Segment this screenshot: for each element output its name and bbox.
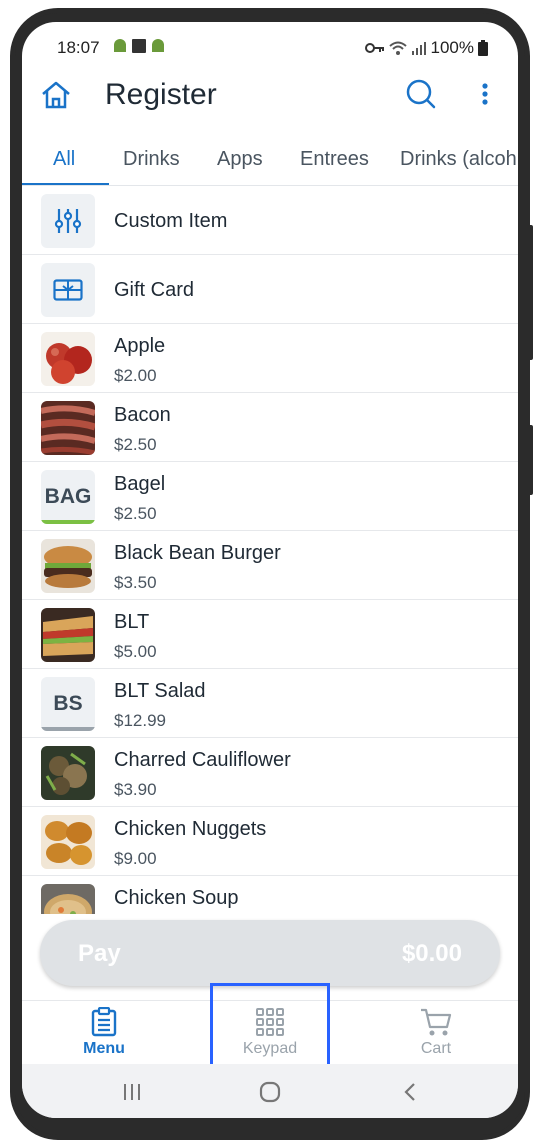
bottom-nav: Menu Keypad Cart	[22, 983, 518, 1075]
search-icon	[406, 79, 436, 109]
status-right-icons: 100%	[364, 38, 488, 58]
item-name: Bagel	[114, 473, 166, 495]
gift-card-icon	[53, 279, 83, 301]
signal-icon	[411, 42, 426, 55]
pay-button[interactable]: Pay $0.00	[40, 920, 500, 986]
item-list: Custom Item Gift Card Apple $2.00 Bacon …	[22, 186, 518, 914]
tab-entrees[interactable]: Entrees	[300, 148, 369, 171]
burger-image	[41, 539, 95, 593]
search-button[interactable]	[403, 76, 439, 112]
item-thumbnail	[41, 194, 95, 248]
battery-percent: 100%	[430, 38, 474, 57]
category-tabs: All Drinks Apps Entrees Drinks (alcoh	[22, 134, 518, 186]
nav-cart[interactable]: Cart	[376, 1007, 496, 1063]
item-name: Gift Card	[114, 279, 195, 301]
tab-apps[interactable]: Apps	[217, 148, 263, 171]
nav-label: Menu	[83, 1040, 125, 1057]
item-price: $3.90	[114, 780, 157, 799]
list-item[interactable]: BS BLT Salad $12.99	[22, 669, 518, 738]
pay-amount: $0.00	[401, 940, 462, 967]
more-options-button[interactable]	[470, 76, 500, 112]
item-name: BLT	[114, 611, 150, 633]
bagel-initials-thumbnail: BAG	[41, 470, 95, 524]
key-icon	[364, 43, 384, 53]
color-bar	[41, 727, 95, 731]
sliders-icon	[54, 209, 82, 233]
back-chevron-icon	[404, 1083, 415, 1101]
list-item[interactable]: Bacon $2.50	[22, 393, 518, 462]
color-bar	[41, 520, 95, 524]
item-name: Chicken Nuggets	[114, 818, 267, 840]
item-name: Charred Cauliflower	[114, 749, 291, 771]
system-nav-bar	[22, 1064, 518, 1118]
phone-screen: 18:07 100% Register All Drinks Apps Entr…	[22, 22, 518, 1118]
home-circle-icon	[259, 1081, 281, 1103]
recent-apps-button[interactable]	[117, 1078, 147, 1106]
item-thumbnail	[41, 263, 95, 317]
list-item[interactable]: Charred Cauliflower $3.90	[22, 738, 518, 807]
list-item[interactable]: Black Bean Burger $3.50	[22, 531, 518, 600]
blt-salad-initials-thumbnail: BS	[41, 677, 95, 731]
list-item[interactable]: BLT $5.00	[22, 600, 518, 669]
list-item[interactable]: Apple $2.00	[22, 324, 518, 393]
more-vertical-icon	[482, 83, 488, 105]
keypad-highlight-box	[210, 983, 330, 1075]
list-item[interactable]: BAG Bagel $2.50	[22, 462, 518, 531]
pay-label: Pay	[78, 940, 121, 967]
android-icon	[114, 39, 126, 52]
tab-drinks[interactable]: Drinks	[123, 148, 180, 171]
item-price: $3.50	[114, 573, 157, 592]
list-item[interactable]: Custom Item	[22, 186, 518, 255]
blt-image	[41, 608, 95, 662]
wifi-icon	[388, 41, 407, 55]
battery-icon	[478, 40, 488, 56]
page-title: Register	[105, 78, 217, 111]
list-item[interactable]: Chicken Soup	[22, 876, 518, 914]
item-name: Custom Item	[114, 210, 228, 232]
nuggets-image	[41, 815, 95, 869]
app-header: Register	[22, 72, 518, 122]
thumbnail-initials: BS	[53, 692, 83, 715]
item-price: $2.50	[114, 504, 157, 523]
item-price: $12.99	[114, 711, 166, 730]
item-price: $5.00	[114, 642, 157, 661]
tab-all[interactable]: All	[53, 148, 75, 171]
list-item[interactable]: Chicken Nuggets $9.00	[22, 807, 518, 876]
square-notification-icon	[132, 39, 146, 53]
android-icon	[152, 39, 164, 52]
item-name: BLT Salad	[114, 680, 206, 702]
item-name: Apple	[114, 335, 166, 357]
soup-image	[41, 884, 95, 914]
home-icon	[42, 81, 70, 109]
tab-drinks-alcohol[interactable]: Drinks (alcoh	[400, 148, 517, 171]
nav-label: Cart	[420, 1040, 452, 1057]
item-name: Black Bean Burger	[114, 542, 281, 564]
notification-icons	[112, 39, 166, 53]
recent-apps-icon	[124, 1084, 140, 1100]
thumbnail-initials: BAG	[44, 485, 92, 508]
item-price: $2.00	[114, 366, 157, 385]
status-bar: 18:07 100%	[22, 22, 518, 62]
home-system-button[interactable]	[255, 1078, 285, 1106]
nav-menu[interactable]: Menu	[44, 1007, 164, 1063]
item-price: $9.00	[114, 849, 157, 868]
item-price: $2.50	[114, 435, 157, 454]
item-name: Chicken Soup	[114, 887, 239, 909]
bacon-image	[41, 401, 95, 455]
clipboard-icon	[91, 1007, 117, 1037]
status-time: 18:07	[57, 38, 100, 57]
list-item[interactable]: Gift Card	[22, 255, 518, 324]
apple-image	[41, 332, 95, 386]
cart-icon	[421, 1008, 452, 1036]
item-name: Bacon	[114, 404, 171, 426]
cauliflower-image	[41, 746, 95, 800]
home-button[interactable]	[38, 77, 74, 113]
back-button[interactable]	[395, 1078, 425, 1106]
